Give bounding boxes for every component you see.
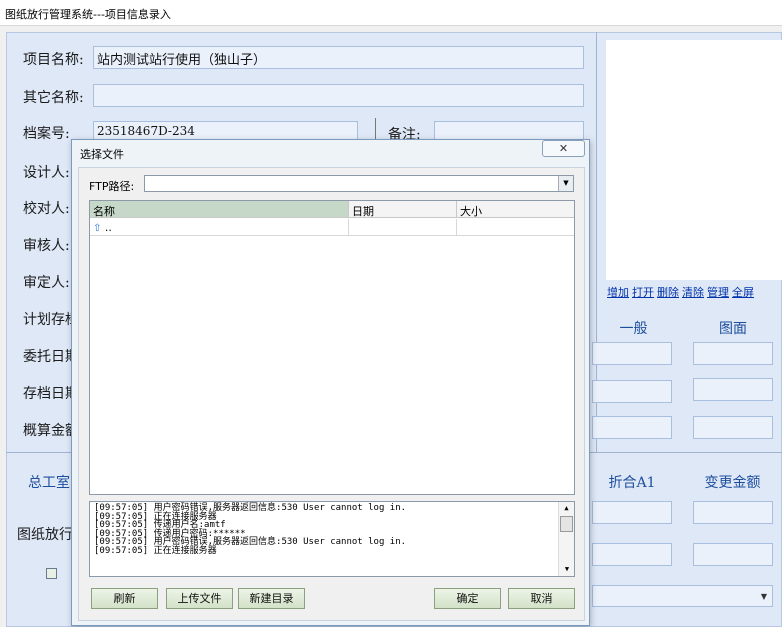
- other-name-input[interactable]: [93, 84, 584, 107]
- ok-button[interactable]: 确定: [434, 588, 501, 609]
- close-button[interactable]: ✕: [542, 140, 585, 157]
- up-arrow-icon: ⇧: [93, 223, 102, 234]
- column-header-name[interactable]: 名称: [90, 201, 349, 218]
- attachment-links: 增加 打开 删除 清除 管理 全屏: [607, 284, 757, 300]
- file-list[interactable]: 名称 日期 大小 ⇧ ..: [89, 200, 575, 495]
- open-link[interactable]: 打开: [632, 286, 654, 299]
- log-output[interactable]: [09:57:05] 用户密码错误,服务器返回信息:530 User canno…: [89, 501, 575, 577]
- fold-input-1[interactable]: [592, 501, 672, 524]
- preview-area: [606, 40, 782, 280]
- log-line: [09:57:05] 正在连接服务器: [94, 545, 217, 556]
- other-name-label: 其它名称:: [23, 90, 84, 106]
- release-combo[interactable]: ▼: [592, 585, 773, 607]
- chief-engineer-label: 总工室: [28, 475, 70, 491]
- drawing-input-2[interactable]: [693, 378, 773, 401]
- ftp-path-label: FTP路径:: [89, 180, 135, 193]
- close-icon: ✕: [558, 142, 569, 155]
- chevron-down-icon: ▼: [760, 592, 767, 601]
- window-title: 图纸放行管理系统---项目信息录入: [0, 0, 782, 26]
- chevron-down-icon[interactable]: ▼: [558, 176, 573, 191]
- col-fold-label: 折合A1: [608, 475, 656, 491]
- project-name-input[interactable]: 站内测试站行使用（独山子）: [93, 46, 584, 69]
- col-general-label: 一般: [619, 321, 648, 337]
- release-checkbox[interactable]: [46, 568, 57, 579]
- dialog-title: 选择文件: [80, 148, 124, 161]
- change-input-2[interactable]: [693, 543, 773, 566]
- drawing-input-3[interactable]: [693, 416, 773, 439]
- change-input-1[interactable]: [693, 501, 773, 524]
- col-drawing-label: 图面: [719, 321, 747, 337]
- upload-file-button[interactable]: 上传文件: [166, 588, 233, 609]
- delete-link[interactable]: 删除: [657, 286, 679, 299]
- ftp-path-combo[interactable]: ▼: [144, 175, 574, 192]
- scroll-thumb[interactable]: [560, 515, 573, 532]
- reviewer-label: 审核人:: [23, 238, 70, 254]
- new-folder-button[interactable]: 新建目录: [238, 588, 305, 609]
- archive-no-label: 档案号:: [23, 126, 70, 142]
- select-file-dialog: 选择文件 ✕ FTP路径: ▼ 名称 日期 大小 ⇧ .. [09:57:05]…: [71, 139, 590, 626]
- add-link[interactable]: 增加: [607, 286, 629, 299]
- fullscreen-link[interactable]: 全屏: [732, 286, 754, 299]
- checker-label: 校对人:: [23, 201, 70, 217]
- column-header-size[interactable]: 大小: [457, 201, 574, 218]
- designer-label: 设计人:: [23, 165, 70, 181]
- col-change-label: 变更金额: [704, 475, 761, 491]
- approver-label: 审定人:: [23, 275, 70, 291]
- dialog-body: FTP路径: ▼ 名称 日期 大小 ⇧ .. [09:57:05] 用户密码错误…: [78, 167, 585, 621]
- table-row[interactable]: ⇧ ..: [90, 219, 349, 236]
- drawing-release-label: 图纸放行: [17, 527, 73, 543]
- drawing-input-1[interactable]: [693, 342, 773, 365]
- column-header-date[interactable]: 日期: [349, 201, 457, 218]
- row-name: ..: [104, 221, 112, 234]
- general-input-2[interactable]: [592, 380, 672, 403]
- manage-link[interactable]: 管理: [707, 286, 729, 299]
- scroll-up-icon[interactable]: ▲: [559, 504, 574, 513]
- general-input-3[interactable]: [592, 416, 672, 439]
- log-scrollbar[interactable]: ▲ ▼: [558, 502, 574, 576]
- cancel-button[interactable]: 取消: [508, 588, 575, 609]
- refresh-button[interactable]: 刷新: [91, 588, 158, 609]
- project-name-label: 项目名称:: [23, 52, 84, 68]
- scroll-down-icon[interactable]: ▼: [559, 565, 574, 574]
- fold-input-2[interactable]: [592, 543, 672, 566]
- row-size: [457, 219, 574, 236]
- row-date: [349, 219, 457, 236]
- general-input-1[interactable]: [592, 342, 672, 365]
- clear-link[interactable]: 清除: [682, 286, 704, 299]
